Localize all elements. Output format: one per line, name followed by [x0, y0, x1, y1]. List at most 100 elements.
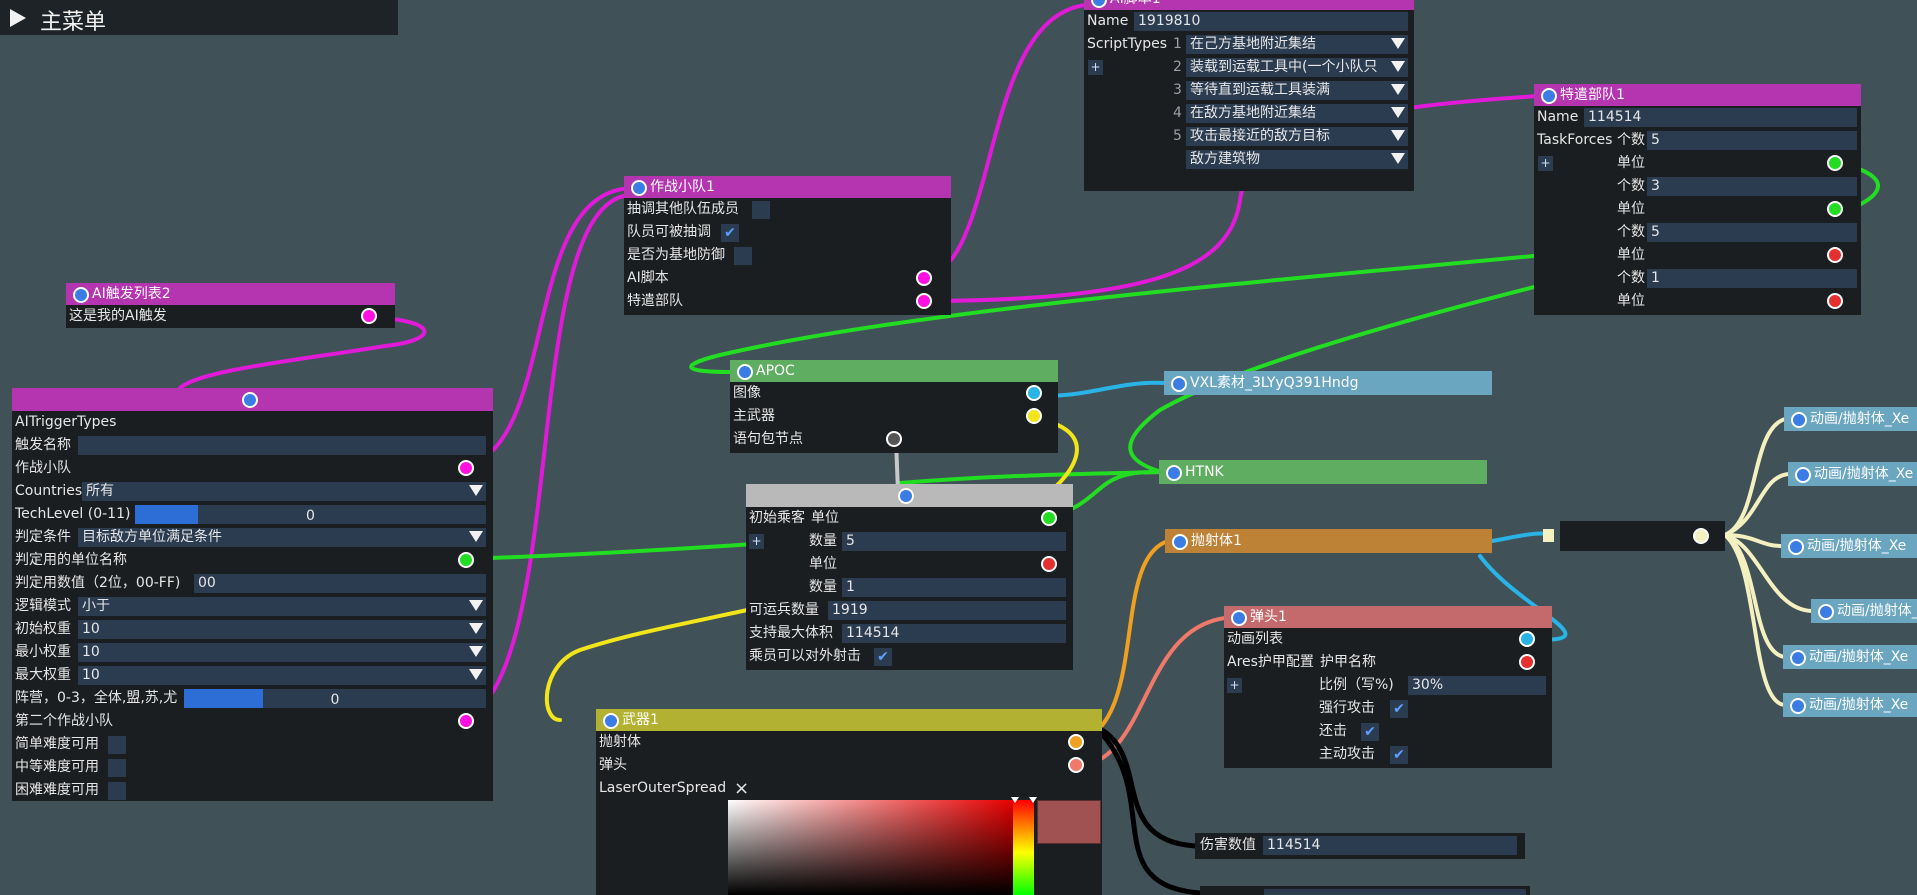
input-pin-icon[interactable] [1231, 610, 1247, 626]
input-pin-icon[interactable] [631, 180, 647, 196]
color-picker-hue-bar[interactable] [1013, 800, 1034, 895]
input-pin-icon[interactable] [737, 364, 753, 380]
unit-pin-icon[interactable] [1827, 155, 1843, 171]
node-header[interactable]: 武器1 [596, 709, 1102, 731]
easy-checkbox[interactable] [108, 736, 126, 754]
bundle-pin-icon[interactable] [886, 431, 902, 447]
node-header[interactable]: 动画/抛射体_Xe [1783, 693, 1917, 717]
node-header[interactable]: APOC [730, 360, 1058, 382]
input-pin-icon[interactable] [1166, 465, 1182, 481]
min-weight-select[interactable]: 10 [78, 643, 486, 662]
script-output-pin-icon[interactable] [916, 270, 932, 286]
node-header[interactable]: AI触发列表2 [66, 283, 395, 305]
armor-pin-icon[interactable] [1519, 654, 1535, 670]
node-header[interactable]: 动画/抛射体_Xe [1788, 462, 1917, 486]
volume-field[interactable]: 114514 [842, 624, 1066, 643]
partial-node[interactable] [1200, 886, 1530, 895]
input-pin-icon[interactable] [898, 488, 914, 504]
anim-list-node[interactable] [1560, 521, 1725, 551]
weapon-pin-icon[interactable] [1026, 408, 1042, 424]
warhead-pin-icon[interactable] [1068, 757, 1084, 773]
count-field[interactable]: 1 [842, 578, 1066, 597]
camp-slider[interactable]: 0 [184, 689, 486, 708]
unit-pin-icon[interactable] [1827, 293, 1843, 309]
node-header[interactable] [12, 388, 493, 411]
anim-pin-icon[interactable] [1519, 631, 1535, 647]
name-field[interactable]: 114514 [1584, 108, 1857, 127]
anim-node[interactable]: 动画/抛射体_Xe [1788, 462, 1917, 486]
unit-pin-icon[interactable] [1827, 201, 1843, 217]
ratio-field[interactable]: 30% [1408, 676, 1546, 695]
node-header[interactable]: 作战小队1 [624, 176, 951, 198]
input-pin-icon[interactable] [1171, 376, 1187, 392]
node-header[interactable]: AI脚本1 [1084, 0, 1414, 10]
main-menu-bar[interactable]: 主菜单 [0, 0, 398, 35]
add-icon[interactable]: + [1538, 156, 1553, 171]
input-pin-icon[interactable] [73, 287, 89, 303]
damage-field[interactable]: 114514 [1263, 836, 1517, 855]
add-icon[interactable]: + [1088, 60, 1103, 75]
transport-field[interactable]: 1919 [828, 601, 1066, 620]
apoc-node[interactable]: APOC 图像 主武器 语句包节点 [730, 360, 1058, 453]
color-swatch[interactable] [1037, 800, 1101, 844]
retaliate-checkbox[interactable]: ✔ [1361, 723, 1379, 741]
script-type-select[interactable]: 攻击最接近的敌方目标 [1186, 127, 1408, 146]
anim-node[interactable]: 动画/抛射体_Xe [1781, 534, 1917, 558]
unit-pin-icon[interactable] [1827, 247, 1843, 263]
node-header[interactable]: 动画/抛射体_Xe [1781, 534, 1917, 558]
anim-node[interactable]: 动画/抛射体_Xe [1783, 693, 1917, 717]
node-header[interactable]: 动画/抛射体_Xe [1811, 599, 1917, 623]
team-node[interactable]: 作战小队1 抽调其他队伍成员 队员可被抽调 ✔ 是否为基地防御 AI脚本 特遣部… [624, 176, 951, 315]
unit-pin-icon[interactable] [1041, 556, 1057, 572]
taskforce-node[interactable]: 特遣部队1 Name 114514 TaskForces 个数 5 + 单位 个… [1534, 84, 1861, 315]
node-header[interactable]: 动画/抛射体_Xe [1784, 407, 1917, 431]
main-menu-title[interactable]: 主菜单 [40, 4, 106, 36]
init-weight-select[interactable]: 10 [78, 620, 486, 639]
add-icon[interactable]: + [1227, 678, 1242, 693]
hue-marker-icon[interactable] [1029, 797, 1037, 803]
input-pin-icon[interactable] [603, 713, 619, 729]
max-weight-select[interactable]: 10 [78, 666, 486, 685]
script-type-select[interactable]: 在己方基地附近集结 [1186, 35, 1408, 54]
logic-select[interactable]: 小于 [78, 597, 486, 616]
warhead-node[interactable]: 弹头1 动画列表 Ares护甲配置 护甲名称 + 比例（写%) 30% 强行攻击… [1224, 606, 1552, 768]
second-team-pin-icon[interactable] [458, 713, 474, 729]
countries-select[interactable]: 所有 [82, 482, 486, 501]
medium-checkbox[interactable] [108, 759, 126, 777]
input-pin-icon[interactable] [242, 392, 258, 408]
passengers-node[interactable]: 初始乘客 单位 + 数量 5 单位 数量 1 可运兵数量 1919 支持最大体积… [746, 484, 1073, 670]
color-picker-square[interactable] [728, 800, 1013, 895]
input-pin-icon[interactable] [1541, 88, 1557, 104]
input-pin-icon[interactable] [1790, 650, 1806, 666]
count-field[interactable]: 1 [1647, 269, 1857, 288]
node-header[interactable]: 抛射体1 [1165, 529, 1492, 553]
node-header[interactable]: 弹头1 [1224, 606, 1552, 628]
script-type-select[interactable]: 在敌方基地附近集结 [1186, 104, 1408, 123]
image-pin-icon[interactable] [1026, 385, 1042, 401]
input-pin-icon[interactable] [1791, 412, 1807, 428]
vxl-node[interactable]: VXL素材_3LYyQ391Hndg [1164, 371, 1492, 395]
techlevel-slider[interactable]: 0 [135, 505, 486, 524]
htnk-node[interactable]: HTNK [1159, 460, 1487, 484]
anim-node[interactable]: 动画/抛射体_Xe [1811, 599, 1917, 623]
taskforce-output-pin-icon[interactable] [916, 293, 932, 309]
name-field[interactable]: 1919810 [1134, 12, 1408, 31]
node-header[interactable] [746, 484, 1073, 507]
hue-marker-icon[interactable] [1011, 797, 1019, 803]
active-attack-checkbox[interactable]: ✔ [1390, 746, 1408, 764]
ai-trigger-list-node[interactable]: AI触发列表2 这是我的AI触发 [66, 283, 395, 328]
projectile-node[interactable]: 抛射体1 [1165, 529, 1492, 553]
close-icon[interactable]: × [734, 777, 749, 800]
anim-node[interactable]: 动画/抛射体_Xe [1783, 645, 1917, 669]
force-attack-checkbox[interactable]: ✔ [1390, 700, 1408, 718]
input-pin-icon[interactable] [1172, 534, 1188, 550]
anim-node[interactable]: 动画/抛射体_Xe [1784, 407, 1917, 431]
can-be-recruited-checkbox[interactable]: ✔ [721, 224, 739, 242]
projectile-pin-icon[interactable] [1068, 734, 1084, 750]
unit-pin-icon[interactable] [1041, 510, 1057, 526]
unit-input-pin-icon[interactable] [458, 552, 474, 568]
hex-field[interactable]: 00 [194, 574, 486, 593]
play-icon[interactable] [10, 9, 26, 27]
input-pin-icon[interactable] [1091, 0, 1107, 8]
input-pin-icon[interactable] [1795, 467, 1811, 483]
